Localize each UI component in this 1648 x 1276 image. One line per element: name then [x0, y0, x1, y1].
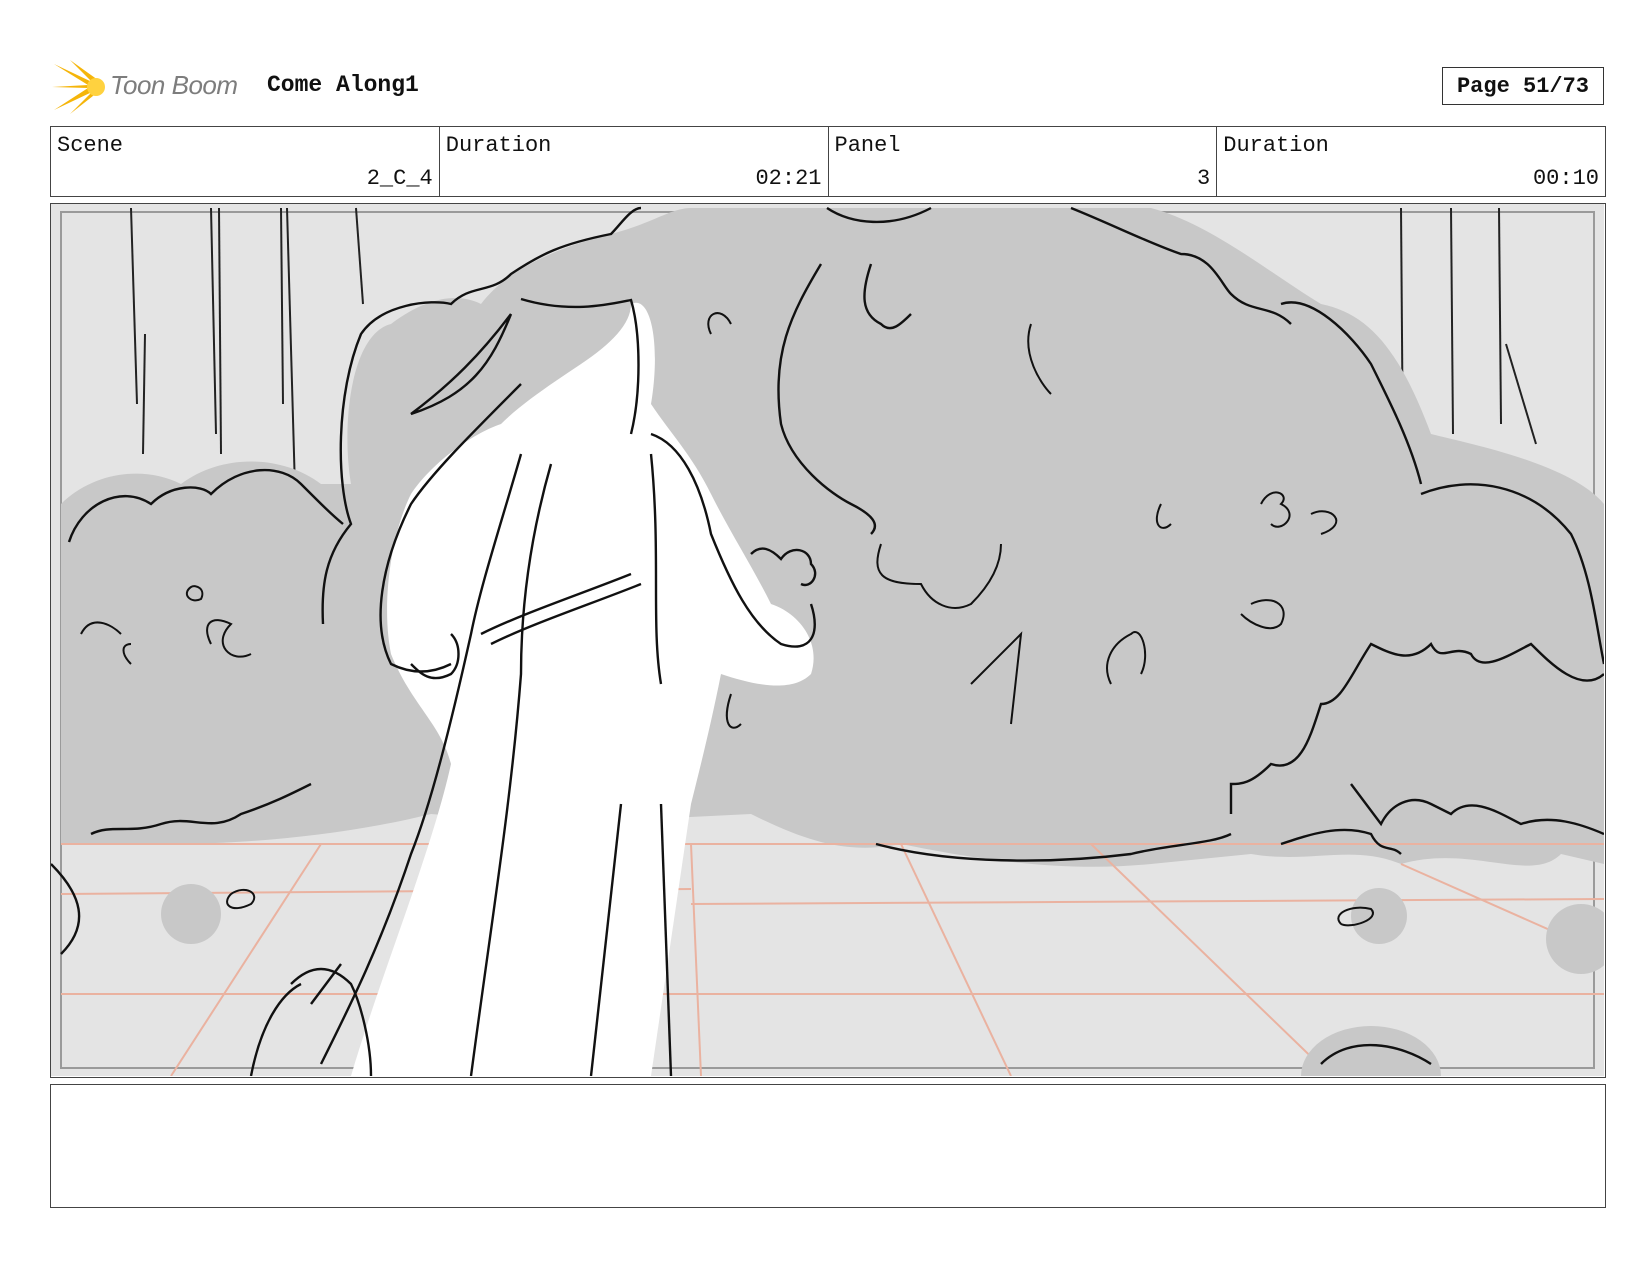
scene-value: 2_C_4: [366, 166, 433, 191]
storyboard-sketch-image: [51, 204, 1604, 1076]
panel-notes-box: [50, 1084, 1606, 1208]
panel-duration-cell: Duration 00:10: [1217, 127, 1605, 196]
scene-duration-value: 02:21: [755, 166, 822, 191]
project-title: Come Along1: [267, 72, 419, 98]
panel-label: Panel: [834, 133, 901, 158]
panel-duration-label: Duration: [1223, 133, 1329, 158]
scene-cell: Scene 2_C_4: [51, 127, 440, 196]
panel-value: 3: [1197, 166, 1211, 191]
panel-cell: Panel 3: [829, 127, 1218, 196]
info-bar: Scene 2_C_4 Duration 02:21 Panel 3 Durat…: [50, 126, 1606, 197]
panel-image-frame: [50, 203, 1606, 1078]
page-indicator: Page 51/73: [1442, 67, 1604, 105]
panel-duration-value: 00:10: [1532, 166, 1599, 191]
logo-text: Toon Boom: [110, 70, 238, 100]
scene-label: Scene: [57, 133, 124, 158]
scene-duration-cell: Duration 02:21: [440, 127, 829, 196]
scene-duration-label: Duration: [445, 133, 552, 158]
